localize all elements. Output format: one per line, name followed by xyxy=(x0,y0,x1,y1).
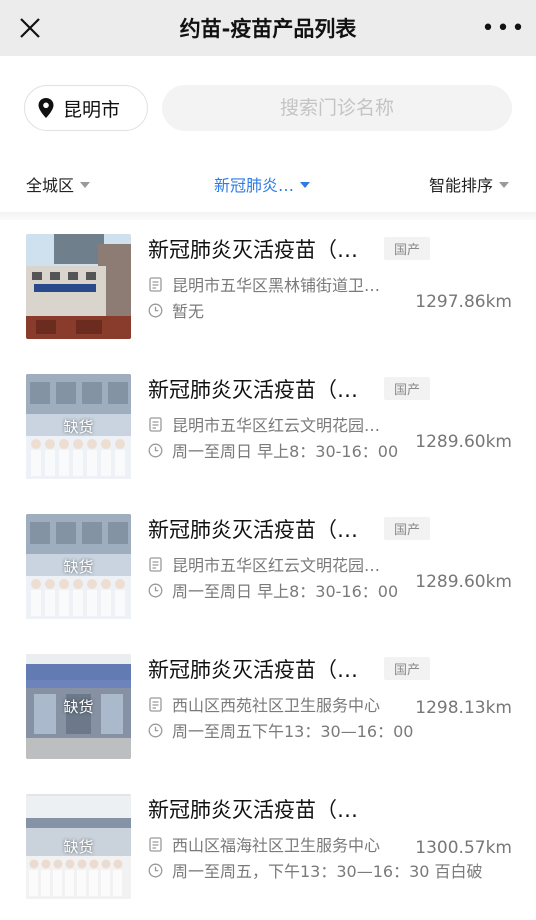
list-item[interactable]: 缺货 新冠肺炎灭活疫苗（… 国产 西山区西苑社区卫生服务中心 周一至周五下午13… xyxy=(0,640,536,780)
filter-sort-label: 智能排序 xyxy=(429,176,494,195)
clinic-address: 昆明市五华区黑林铺街道卫… xyxy=(172,276,381,295)
origin-tag: 国产 xyxy=(384,517,431,540)
hours-row: 暂无 xyxy=(148,298,204,322)
filter-vaccine[interactable]: 新冠肺炎… xyxy=(214,172,311,196)
page-title: 约苗-疫苗产品列表 xyxy=(179,17,357,41)
list-item[interactable]: 缺货 新冠肺炎灭活疫苗（… 国产 昆明市五华区红云文明花园… 周一至周日 早上8… xyxy=(0,360,536,500)
vaccine-name: 新冠肺炎灭活疫苗（… xyxy=(148,518,358,542)
list-item[interactable]: 新冠肺炎灭活疫苗（… 国产 昆明市五华区黑林铺街道卫… 暂无 1297.86km xyxy=(0,220,536,360)
clinic-photo: 缺货 xyxy=(26,654,131,759)
out-of-stock-label: 缺货 xyxy=(63,838,94,856)
search-input[interactable] xyxy=(185,96,489,120)
document-icon xyxy=(149,836,162,852)
out-of-stock-label: 缺货 xyxy=(63,698,94,716)
location-pin-icon xyxy=(38,98,54,118)
dropdown-arrow-icon xyxy=(499,182,510,188)
hours-row: 周一至周五，下午13：30—16：30 百白破 xyxy=(148,858,483,882)
stock-overlay: 缺货 xyxy=(26,374,131,479)
city-label: 昆明市 xyxy=(63,98,121,121)
list-item[interactable]: 缺货 新冠肺炎灭活疫苗（… 西山区福海社区卫生服务中心 周一至周五，下午13：3… xyxy=(0,780,536,920)
clinic-photo: 缺货 xyxy=(26,514,131,619)
list-item[interactable]: 缺货 新冠肺炎灭活疫苗（… 国产 昆明市五华区红云文明花园… 周一至周日 早上8… xyxy=(0,500,536,640)
clinic-hours: 周一至周日 早上8：30-16：00 xyxy=(172,582,399,601)
address-row: 昆明市五华区红云文明花园… xyxy=(148,552,380,576)
clinic-hours: 暂无 xyxy=(172,302,205,321)
filter-vaccine-label: 新冠肺炎… xyxy=(214,176,295,195)
vaccine-name: 新冠肺炎灭活疫苗（… xyxy=(148,378,358,402)
distance: 1298.13km xyxy=(415,698,512,718)
clock-icon xyxy=(148,583,163,597)
close-icon[interactable] xyxy=(12,10,48,46)
hours-row: 周一至周日 早上8：30-16：00 xyxy=(148,578,398,602)
clinic-list: 新冠肺炎灭活疫苗（… 国产 昆明市五华区黑林铺街道卫… 暂无 1297.86km xyxy=(0,220,536,920)
clinic-photo xyxy=(26,234,131,339)
clinic-hours: 周一至周五，下午13：30—16：30 百白破 xyxy=(172,862,483,881)
document-icon xyxy=(149,276,162,292)
address-row: 昆明市五华区红云文明花园… xyxy=(148,412,380,436)
stock-overlay: 缺货 xyxy=(26,794,131,899)
hours-row: 周一至周日 早上8：30-16：00 xyxy=(148,438,398,462)
clinic-hours: 周一至周五下午13：30—16：00 xyxy=(172,722,414,741)
filter-district-label: 全城区 xyxy=(26,176,75,195)
clock-icon xyxy=(148,863,163,877)
address-row: 西山区福海社区卫生服务中心 xyxy=(148,832,380,856)
clinic-address: 西山区福海社区卫生服务中心 xyxy=(172,836,381,855)
clinic-address: 昆明市五华区红云文明花园… xyxy=(172,416,381,435)
document-icon xyxy=(149,556,162,572)
section-divider xyxy=(0,212,536,220)
search-row: 昆明市 xyxy=(0,56,536,156)
clock-icon xyxy=(148,303,163,317)
dropdown-arrow-icon xyxy=(300,182,311,188)
vaccine-name: 新冠肺炎灭活疫苗（… xyxy=(148,658,358,682)
vaccine-name: 新冠肺炎灭活疫苗（… xyxy=(148,798,358,822)
document-icon xyxy=(149,696,162,712)
clinic-photo: 缺货 xyxy=(26,794,131,899)
distance: 1300.57km xyxy=(415,838,512,858)
origin-tag: 国产 xyxy=(384,377,431,400)
out-of-stock-label: 缺货 xyxy=(63,558,94,576)
more-dots-icon[interactable]: ••• xyxy=(482,12,525,44)
clinic-photo: 缺货 xyxy=(26,374,131,479)
document-icon xyxy=(149,416,162,432)
clock-icon xyxy=(148,443,163,457)
clock-icon xyxy=(148,723,163,737)
origin-tag: 国产 xyxy=(384,237,431,260)
address-row: 西山区西苑社区卫生服务中心 xyxy=(148,692,380,716)
address-row: 昆明市五华区黑林铺街道卫… xyxy=(148,272,380,296)
origin-tag: 国产 xyxy=(384,657,431,680)
distance: 1289.60km xyxy=(415,572,512,592)
stock-overlay: 缺货 xyxy=(26,514,131,619)
distance: 1297.86km xyxy=(415,292,512,312)
search-box[interactable] xyxy=(162,85,512,131)
filter-bar: 全城区 新冠肺炎… 智能排序 xyxy=(0,156,536,212)
out-of-stock-label: 缺货 xyxy=(63,418,94,436)
stock-overlay: 缺货 xyxy=(26,654,131,759)
distance: 1289.60km xyxy=(415,432,512,452)
title-bar: 约苗-疫苗产品列表 ••• xyxy=(0,0,536,56)
hours-row: 周一至周五下午13：30—16：00 xyxy=(148,718,413,742)
dropdown-arrow-icon xyxy=(80,182,91,188)
filter-sort[interactable]: 智能排序 xyxy=(429,172,510,196)
clinic-hours: 周一至周日 早上8：30-16：00 xyxy=(172,442,399,461)
clinic-address: 西山区西苑社区卫生服务中心 xyxy=(172,696,381,715)
clinic-address: 昆明市五华区红云文明花园… xyxy=(172,556,381,575)
city-selector[interactable]: 昆明市 xyxy=(24,85,148,131)
filter-district[interactable]: 全城区 xyxy=(26,172,91,196)
vaccine-name: 新冠肺炎灭活疫苗（… xyxy=(148,238,358,262)
